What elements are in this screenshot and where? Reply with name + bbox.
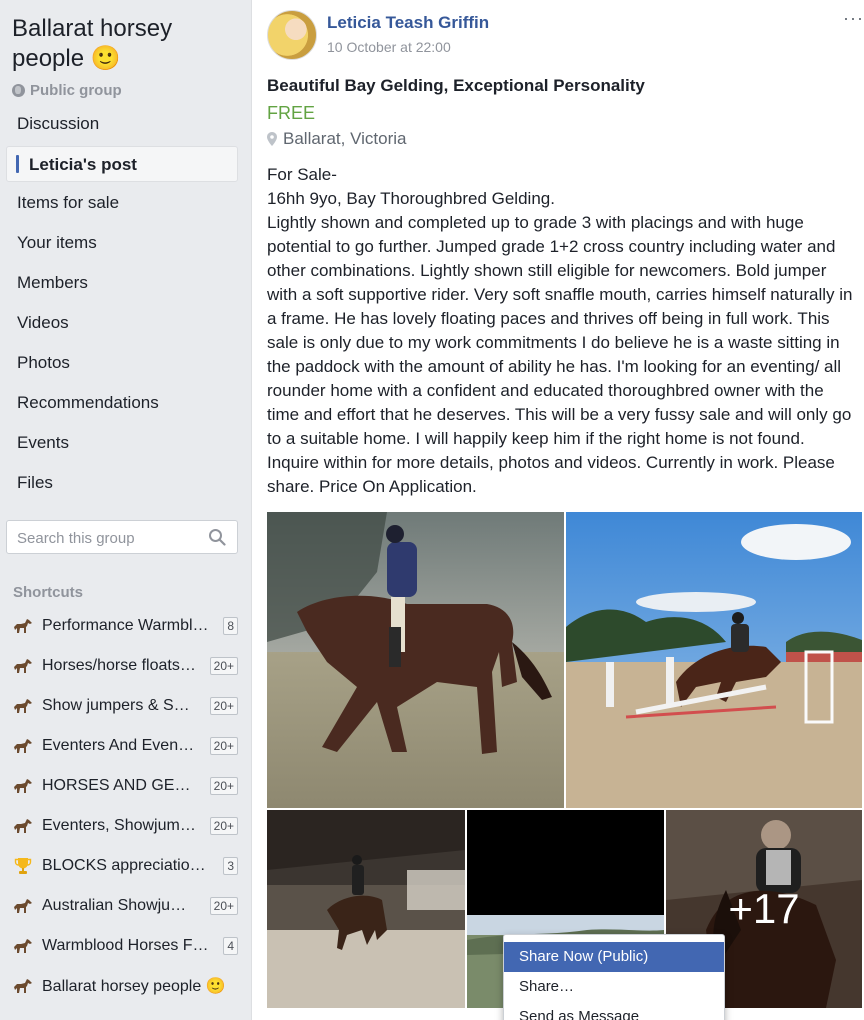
nav-members[interactable]: Members xyxy=(6,265,238,301)
marketplace-post: Leticia Teash Griffin 10 October at 22:0… xyxy=(252,0,864,1020)
shortcut-label: Ballarat horsey people 🙂 xyxy=(42,978,226,995)
nav-recommendations[interactable]: Recommendations xyxy=(6,385,238,421)
nav-leticias-post[interactable]: Leticia's post xyxy=(6,146,238,182)
group-name-emoji: 🙂 xyxy=(90,45,121,72)
horse-icon xyxy=(12,696,34,716)
horse-icon xyxy=(12,936,34,956)
shortcut-label: BLOCKS appreciatio… xyxy=(42,857,206,874)
listing-location: Ballarat, Victoria xyxy=(267,129,406,149)
shortcut-label: Australian Showju… xyxy=(42,897,187,914)
shortcut-item[interactable]: Warmblood Horses F… 4 xyxy=(12,933,238,959)
horse-icon xyxy=(12,896,34,916)
listing-description: For Sale- 16hh 9yo, Bay Thoroughbred Gel… xyxy=(267,163,859,499)
listing-photo[interactable] xyxy=(267,512,564,808)
nav-photos[interactable]: Photos xyxy=(6,345,238,381)
nav-events[interactable]: Events xyxy=(6,425,238,461)
notification-badge: 3 xyxy=(223,857,238,875)
nav-files[interactable]: Files xyxy=(6,465,238,501)
shortcut-label: Show jumpers & S… xyxy=(42,697,190,714)
shortcut-item[interactable]: Eventers, Showjum… 20+ xyxy=(12,813,238,839)
description-line: 16hh 9yo, Bay Thoroughbred Gelding. xyxy=(267,189,555,208)
shortcut-item[interactable]: BLOCKS appreciatio… 3 xyxy=(12,853,238,879)
group-sidebar: Ballarat horsey people 🙂 Public group Di… xyxy=(0,0,252,1020)
horse-icon xyxy=(12,616,34,636)
shortcut-label: HORSES AND GE… xyxy=(42,777,191,794)
listing-price: FREE xyxy=(267,103,316,123)
group-privacy-label: Public group xyxy=(12,82,122,99)
notification-badge: 20+ xyxy=(209,777,238,795)
share-option[interactable]: Share… xyxy=(504,972,724,1002)
notification-badge: 20+ xyxy=(209,657,238,675)
listing-title: Beautiful Bay Gelding, Exceptional Perso… xyxy=(267,76,645,95)
notification-badge: 8 xyxy=(223,617,238,635)
horse-icon xyxy=(12,816,34,836)
shortcut-item[interactable]: Performance Warmbl… 8 xyxy=(12,613,238,639)
description-paragraph: Lightly shown and completed up to grade … xyxy=(267,213,853,496)
notification-badge: 20+ xyxy=(209,697,238,715)
share-now-public-option[interactable]: Share Now (Public) xyxy=(504,942,724,972)
shortcut-item[interactable]: Eventers And Even… 20+ xyxy=(12,733,238,759)
shortcut-item[interactable]: HORSES AND GE… 20+ xyxy=(12,773,238,799)
notification-badge: 20+ xyxy=(209,897,238,915)
trophy-icon xyxy=(12,856,34,876)
more-options-icon[interactable]: ··· xyxy=(843,8,864,29)
shortcut-item[interactable]: Australian Showju… 20+ xyxy=(12,893,238,919)
post-timestamp[interactable]: 10 October at 22:00 xyxy=(327,39,451,55)
shortcut-label: Eventers, Showjum… xyxy=(42,817,196,834)
nav-videos[interactable]: Videos xyxy=(6,305,238,341)
horse-icon xyxy=(12,776,34,796)
shortcut-label: Eventers And Even… xyxy=(42,737,195,754)
location-text: Ballarat, Victoria xyxy=(283,129,407,148)
globe-icon xyxy=(12,84,25,97)
horse-icon xyxy=(12,736,34,756)
author-name[interactable]: Leticia Teash Griffin xyxy=(327,13,489,33)
send-as-message-option[interactable]: Send as Message xyxy=(504,1002,724,1020)
shortcut-label: Warmblood Horses F… xyxy=(42,937,209,954)
shortcut-label: Horses/horse floats… xyxy=(42,657,196,674)
horse-icon xyxy=(12,656,34,676)
shortcut-item[interactable]: Ballarat horsey people 🙂 xyxy=(12,973,238,999)
description-line: For Sale- xyxy=(267,165,337,184)
nav-discussion[interactable]: Discussion xyxy=(6,106,238,142)
shortcut-item[interactable]: Horses/horse floats… 20+ xyxy=(12,653,238,679)
notification-badge: 4 xyxy=(223,937,238,955)
notification-badge: 20+ xyxy=(209,737,238,755)
group-search-box[interactable] xyxy=(6,520,238,554)
shortcuts-heading: Shortcuts xyxy=(13,584,84,601)
group-title[interactable]: Ballarat horsey people 🙂 xyxy=(12,14,242,74)
share-menu: Share Now (Public) Share… Send as Messag… xyxy=(503,934,725,1020)
location-pin-icon xyxy=(267,132,277,146)
nav-your-items[interactable]: Your items xyxy=(6,225,238,261)
shortcut-label: Performance Warmbl… xyxy=(42,617,209,634)
listing-photo[interactable] xyxy=(267,810,465,1008)
nav-items-for-sale[interactable]: Items for sale xyxy=(6,185,238,221)
horse-icon xyxy=(12,976,34,996)
search-icon[interactable] xyxy=(208,528,226,546)
group-search-input[interactable] xyxy=(17,528,207,548)
privacy-text: Public group xyxy=(30,82,122,99)
listing-photo[interactable] xyxy=(566,512,862,808)
notification-badge: 20+ xyxy=(209,817,238,835)
shortcut-item[interactable]: Show jumpers & S… 20+ xyxy=(12,693,238,719)
author-avatar[interactable] xyxy=(267,10,317,60)
